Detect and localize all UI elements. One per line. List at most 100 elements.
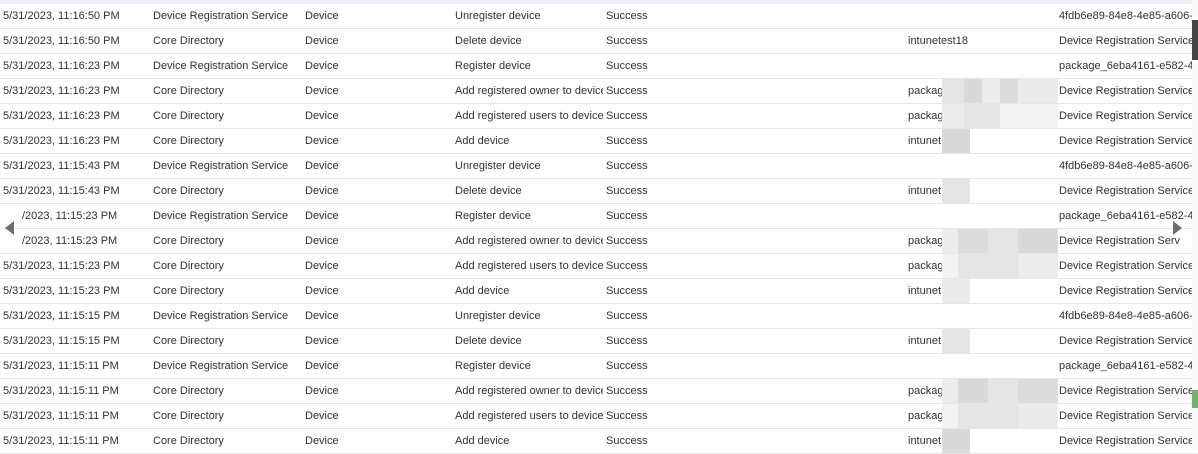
cell-initiated-by: Device Registration Service <box>1059 285 1195 297</box>
cell-category: Device <box>305 210 339 222</box>
cell-activity: Add device <box>455 135 510 147</box>
scroll-right-button[interactable] <box>1170 213 1184 243</box>
redaction-block <box>942 179 970 203</box>
redaction-block <box>988 229 1018 253</box>
cell-date: 5/31/2023, 11:15:11 PM <box>3 435 119 447</box>
redaction-block <box>1000 79 1018 103</box>
table-row[interactable]: /2023, 11:15:23 PM Core Directory Device… <box>0 229 1198 254</box>
cell-service: Core Directory <box>153 235 224 247</box>
chevron-left-icon <box>4 221 14 235</box>
scroll-left-button[interactable] <box>2 213 16 243</box>
cell-category: Device <box>305 260 339 272</box>
cell-initiated-by: 4fdb6e89-84e8-4e85-a606-17... <box>1059 160 1195 172</box>
table-row[interactable]: 5/31/2023, 11:15:23 PM Core Directory De… <box>0 279 1198 304</box>
table-row[interactable]: 5/31/2023, 11:15:43 PM Device Registrati… <box>0 154 1198 179</box>
table-row[interactable]: 5/31/2023, 11:15:43 PM Core Directory De… <box>0 179 1198 204</box>
redaction-block <box>970 329 1058 353</box>
cell-service: Core Directory <box>153 285 224 297</box>
cell-status: Success <box>606 10 648 22</box>
cell-status: Success <box>606 110 648 122</box>
redaction-block <box>942 129 970 153</box>
cell-category: Device <box>305 60 339 72</box>
cell-target <box>908 54 1058 78</box>
table-row[interactable]: 5/31/2023, 11:15:15 PM Core Directory De… <box>0 329 1198 354</box>
table-row[interactable]: 5/31/2023, 11:16:23 PM Device Registrati… <box>0 54 1198 79</box>
cell-category: Device <box>305 435 339 447</box>
cell-initiated-by: Device Registration Service <box>1059 260 1195 272</box>
table-row[interactable]: 5/31/2023, 11:16:23 PM Core Directory De… <box>0 104 1198 129</box>
cell-initiated-by: 4fdb6e89-84e8-4e85-a606-17... <box>1059 310 1195 322</box>
cell-initiated-by: Device Registration Service <box>1059 135 1195 147</box>
redaction-block <box>1018 404 1058 428</box>
cell-category: Device <box>305 185 339 197</box>
redaction-block <box>982 79 1000 103</box>
redaction-block <box>1018 254 1058 278</box>
cell-service: Core Directory <box>153 135 224 147</box>
redaction-block <box>970 129 1058 153</box>
cell-category: Device <box>305 385 339 397</box>
scrollbar-indicator <box>1192 390 1198 408</box>
cell-category: Device <box>305 360 339 372</box>
cell-status: Success <box>606 210 648 222</box>
table-row[interactable]: 5/31/2023, 11:16:23 PM Core Directory De… <box>0 79 1198 104</box>
cell-date: 5/31/2023, 11:15:15 PM <box>3 335 120 347</box>
redaction-block <box>970 179 1058 203</box>
table-row[interactable]: /2023, 11:15:23 PM Device Registration S… <box>0 204 1198 229</box>
cell-category: Device <box>305 160 339 172</box>
cell-date: 5/31/2023, 11:15:11 PM <box>3 385 119 397</box>
table-row[interactable]: 5/31/2023, 11:15:23 PM Core Directory De… <box>0 254 1198 279</box>
cell-status: Success <box>606 410 648 422</box>
cell-date: 5/31/2023, 11:16:23 PM <box>3 60 120 72</box>
redaction-block <box>942 254 958 278</box>
cell-status: Success <box>606 60 648 72</box>
vertical-scrollbar[interactable] <box>1192 0 1198 450</box>
cell-service: Device Registration Service <box>153 10 289 22</box>
cell-activity: Unregister device <box>455 310 541 322</box>
table-row[interactable]: 5/31/2023, 11:16:23 PM Core Directory De… <box>0 129 1198 154</box>
table-row[interactable]: 5/31/2023, 11:15:11 PM Core Directory De… <box>0 429 1198 454</box>
cell-service: Device Registration Service <box>153 360 289 372</box>
redaction-block <box>942 229 958 253</box>
cell-initiated-by: Device Registration Service <box>1059 410 1195 422</box>
cell-service: Core Directory <box>153 385 224 397</box>
cell-date: 5/31/2023, 11:16:23 PM <box>3 110 120 122</box>
cell-service: Core Directory <box>153 410 224 422</box>
cell-initiated-by: Device Registration Service <box>1059 85 1195 97</box>
cell-target <box>908 354 1058 378</box>
cell-date: 5/31/2023, 11:15:43 PM <box>3 160 120 172</box>
cell-service: Core Directory <box>153 260 224 272</box>
cell-activity: Delete device <box>455 35 522 47</box>
redaction-block <box>958 379 988 403</box>
cell-status: Success <box>606 285 648 297</box>
table-row[interactable]: 5/31/2023, 11:15:11 PM Core Directory De… <box>0 404 1198 429</box>
scrollbar-thumb[interactable] <box>1192 20 1198 60</box>
cell-initiated-by: Device Registration Service <box>1059 335 1195 347</box>
redaction-block <box>1000 104 1058 128</box>
table-row[interactable]: 5/31/2023, 11:15:15 PM Device Registrati… <box>0 304 1198 329</box>
table-row[interactable]: 5/31/2023, 11:15:11 PM Core Directory De… <box>0 379 1198 404</box>
cell-service: Core Directory <box>153 85 224 97</box>
redaction-block <box>942 279 970 303</box>
table-row[interactable]: 5/31/2023, 11:15:11 PM Device Registrati… <box>0 354 1198 379</box>
cell-category: Device <box>305 85 339 97</box>
cell-date: 5/31/2023, 11:16:50 PM <box>3 35 120 47</box>
cell-initiated-by: Device Registration Service <box>1059 110 1195 122</box>
cell-activity: Add device <box>455 435 510 447</box>
cell-status: Success <box>606 360 648 372</box>
redaction-block <box>1018 379 1058 403</box>
cell-activity: Register device <box>455 60 531 72</box>
redaction-block <box>1018 79 1058 103</box>
cell-activity: Add registered users to device <box>455 410 603 422</box>
cell-service: Core Directory <box>153 335 224 347</box>
cell-category: Device <box>305 235 339 247</box>
cell-activity: Register device <box>455 360 531 372</box>
table-row[interactable]: 5/31/2023, 11:16:50 PM Core Directory De… <box>0 29 1198 54</box>
cell-service: Device Registration Service <box>153 160 289 172</box>
cell-status: Success <box>606 385 648 397</box>
cell-date: 5/31/2023, 11:16:23 PM <box>3 85 120 97</box>
cell-activity: Unregister device <box>455 160 541 172</box>
redaction-block <box>942 429 970 453</box>
table-row[interactable]: 5/31/2023, 11:16:50 PM Device Registrati… <box>0 4 1198 29</box>
cell-category: Device <box>305 335 339 347</box>
cell-date: /2023, 11:15:23 PM <box>22 210 118 222</box>
